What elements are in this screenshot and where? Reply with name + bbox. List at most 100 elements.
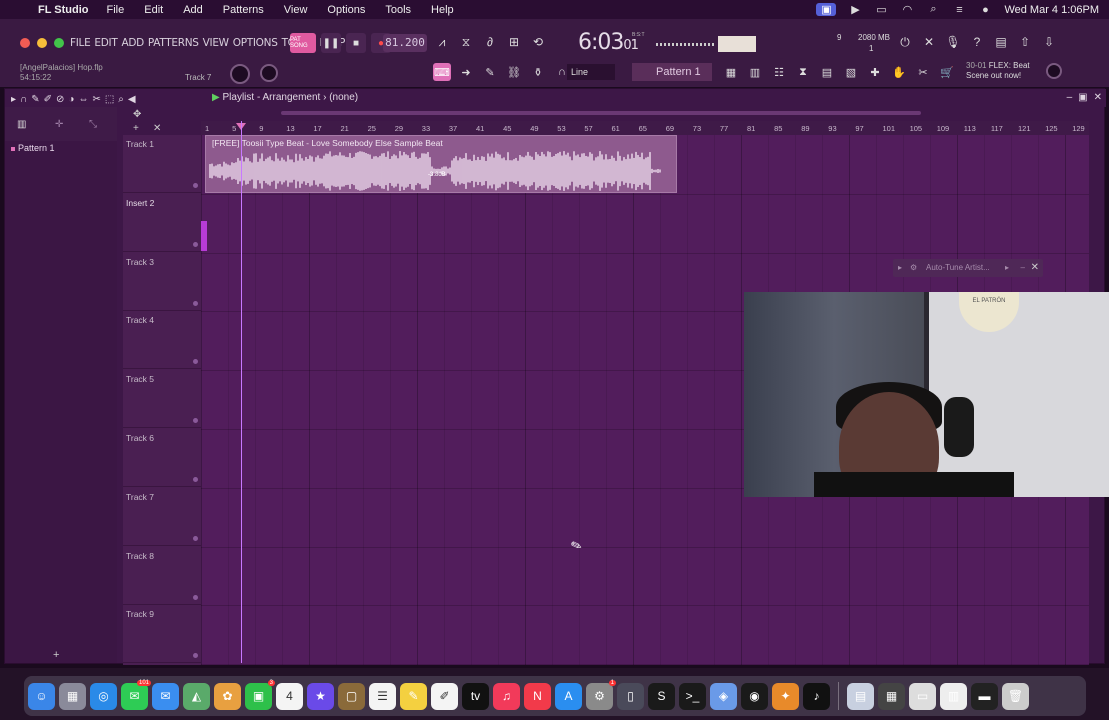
step-sequencer-icon[interactable]: ▤	[818, 63, 836, 81]
dock-app-spotify[interactable]: ◉	[741, 682, 768, 710]
zoom-tool-icon[interactable]: ⌕	[118, 91, 124, 109]
plugin-menu-icon[interactable]: ▸	[1005, 259, 1009, 277]
track-mute-icon[interactable]	[193, 653, 198, 659]
dock-app-screenshot-1[interactable]: ▦	[878, 682, 905, 710]
track-header[interactable]: Track 5	[123, 370, 201, 429]
dock-app-notes[interactable]: ✎	[400, 682, 427, 710]
channel-rack-icon[interactable]: ☷	[770, 63, 788, 81]
battery-icon[interactable]: ▭	[874, 3, 888, 16]
panic-icon[interactable]: ✕	[920, 33, 938, 51]
track-mute-icon[interactable]	[193, 241, 198, 247]
track-header[interactable]: Track 1	[123, 135, 201, 193]
track-mute-icon[interactable]	[193, 477, 198, 482]
step-edit-icon[interactable]: ⊞	[505, 33, 523, 51]
dock-app-calendar[interactable]: 4	[276, 682, 303, 710]
plugin-arrow-icon[interactable]: ▸	[898, 259, 902, 277]
tempo-display[interactable]: 81.200	[383, 34, 427, 52]
audio-clip[interactable]: [FREE] Toosii Type Beat - Love Somebody …	[205, 135, 677, 193]
dock-app-screenshot-2[interactable]: ▭	[909, 682, 936, 710]
track-header[interactable]: Track 9	[123, 605, 201, 664]
dock-app-preview[interactable]: ◈	[710, 682, 737, 710]
dock-app-folder[interactable]: ▢	[338, 682, 365, 710]
shop-icon[interactable]: 🛒	[938, 63, 956, 81]
close-icon[interactable]: ✕	[1094, 89, 1102, 107]
dock-app-terminal[interactable]: >_	[679, 682, 706, 710]
playlist-hscroll[interactable]	[201, 109, 1089, 117]
track-mute-icon[interactable]	[193, 183, 198, 188]
remove-track-icon[interactable]: ✕	[153, 123, 161, 134]
fl-menu-file[interactable]: FILE	[70, 37, 91, 49]
draw-icon[interactable]: ✎	[481, 63, 499, 81]
dock-app-iphone-mirroring[interactable]: ▯	[617, 682, 644, 710]
siri-icon[interactable]: ●	[978, 4, 992, 16]
menubar-tools[interactable]: Tools	[385, 4, 411, 16]
metronome-icon[interactable]: ⩘	[433, 33, 451, 51]
track-mute-icon[interactable]	[193, 594, 198, 600]
loop-record-icon[interactable]: ⟲	[529, 33, 547, 51]
piano-roll-icon[interactable]: ▥	[746, 63, 764, 81]
save-icon[interactable]: ▤	[992, 33, 1010, 51]
plugin-gear-icon[interactable]: ⚙	[910, 259, 917, 277]
track-mute-icon[interactable]	[193, 300, 198, 306]
fl-menu-patterns[interactable]: PATTERNS	[148, 37, 199, 49]
dock-app-maps[interactable]: ◭	[183, 682, 210, 710]
wifi-icon[interactable]: ◠	[900, 3, 914, 16]
control-center-icon[interactable]: ≡	[952, 4, 966, 16]
dock-app-mail[interactable]: ✉	[152, 682, 179, 710]
arrow-icon[interactable]: ➜	[457, 63, 475, 81]
close-window-icon[interactable]	[20, 38, 30, 48]
fl-menu-options[interactable]: OPTIONS	[233, 37, 278, 49]
wait-input-icon[interactable]: ⧖	[457, 33, 475, 51]
countdown-icon[interactable]: ∂	[481, 33, 499, 51]
browser-icon[interactable]: ▧	[842, 63, 860, 81]
maximize-icon[interactable]: ▣	[1078, 89, 1087, 107]
fl-menu-add[interactable]: ADD	[121, 37, 144, 49]
news-hint[interactable]: 30-01 FLEX: Beat Scene out now!	[966, 61, 1046, 81]
pattern-selector[interactable]: Pattern 1	[632, 63, 712, 81]
track-header[interactable]: Track 4	[123, 311, 201, 370]
autotune-plugin-window[interactable]: ▸ ⚙ Auto-Tune Artist... ▸ – ✕	[893, 259, 1043, 277]
pause-button[interactable]: ❚❚	[321, 33, 341, 53]
dock-app-downloads[interactable]: ▤	[847, 682, 874, 710]
picker-add-icon[interactable]: ✛	[55, 119, 63, 130]
track-header[interactable]: Track 7	[123, 488, 201, 546]
fl-menu-edit[interactable]: EDIT	[94, 37, 117, 49]
upload-icon[interactable]: ⇧	[1016, 33, 1034, 51]
track-header[interactable]: Track 3	[123, 253, 201, 311]
dock-app-trash[interactable]: 🗑	[1002, 682, 1029, 710]
menubar-edit[interactable]: Edit	[144, 4, 163, 16]
menubar-help[interactable]: Help	[431, 4, 454, 16]
picker-keyboard-icon[interactable]: ▥	[17, 119, 26, 130]
dock-app-safari[interactable]: ◎	[90, 682, 117, 710]
dock-app-reminders[interactable]: ☰	[369, 682, 396, 710]
menubar-view[interactable]: View	[284, 4, 308, 16]
track-header[interactable]: Insert 2	[123, 194, 201, 252]
pat-song-toggle[interactable]: PAT SONG	[290, 33, 316, 53]
account-avatar[interactable]	[1046, 63, 1062, 79]
menubar-app-name[interactable]: FL Studio	[38, 4, 89, 16]
dock-app-scrivener[interactable]: S	[648, 682, 675, 710]
dock-app-app-store[interactable]: A	[555, 682, 582, 710]
dock-app-screenshot-3[interactable]: ▥	[940, 682, 967, 710]
add-track-icon[interactable]: +	[133, 123, 139, 134]
picker-resize-icon[interactable]: ⤡	[89, 119, 97, 130]
playlist-window-icon[interactable]: ▦	[722, 63, 740, 81]
menubar-options[interactable]: Options	[327, 4, 365, 16]
dock-app-freeform[interactable]: ✐	[431, 682, 458, 710]
add-pattern-button[interactable]: +	[53, 649, 59, 661]
mixer-icon[interactable]: ⧗	[794, 63, 812, 81]
master-volume-knob[interactable]	[230, 64, 250, 84]
pan-icon[interactable]: ✥	[133, 109, 141, 120]
song-position[interactable]: 6:0301	[578, 30, 639, 55]
track-mute-icon[interactable]	[193, 359, 198, 365]
mic-icon[interactable]: 🎙	[944, 33, 962, 51]
screen-record-icon[interactable]: ▣	[816, 3, 837, 16]
minimize-window-icon[interactable]	[37, 38, 47, 48]
insert-automation-clip[interactable]	[201, 221, 207, 251]
power-icon[interactable]: ⏻	[896, 33, 914, 51]
minimize-icon[interactable]: –	[1067, 89, 1073, 107]
dock-app-system-settings[interactable]: ⚙ 1	[586, 679, 616, 710]
plugin-minimize-icon[interactable]: –	[1021, 259, 1025, 277]
spotlight-search-icon[interactable]: ⌕	[926, 3, 940, 16]
dock-app-photos[interactable]: ✿	[214, 682, 241, 710]
